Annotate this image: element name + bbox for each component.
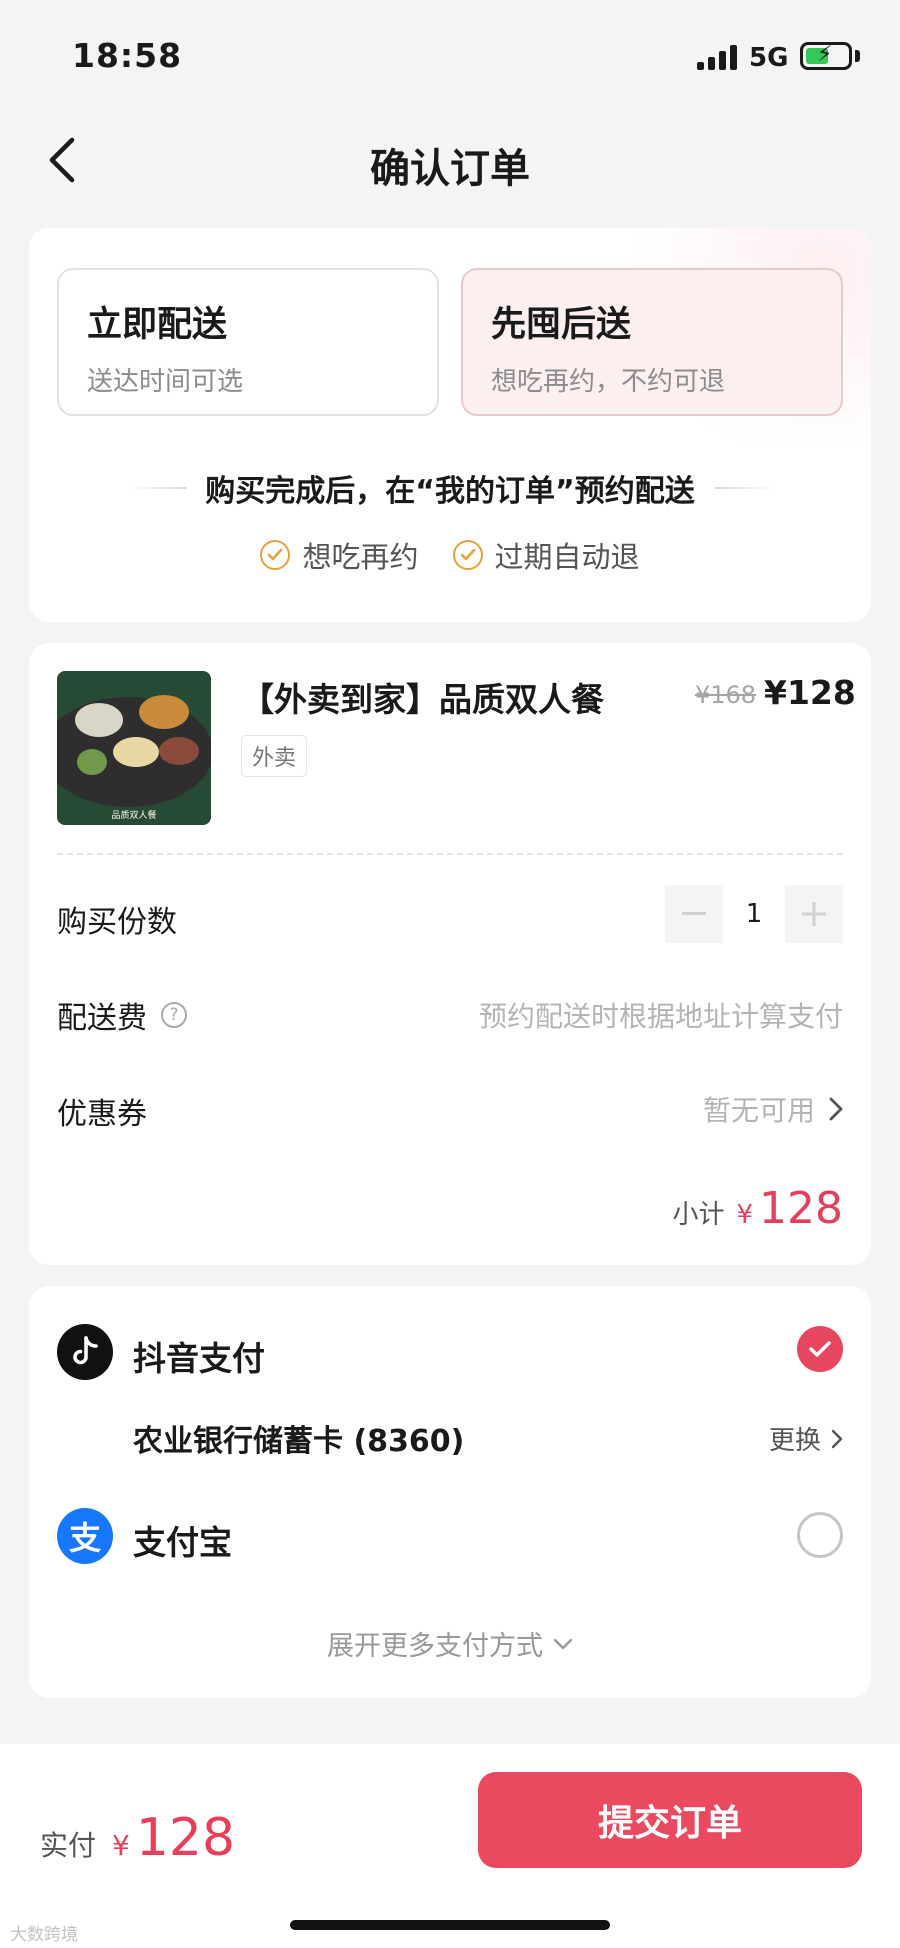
status-time: 18:58: [72, 36, 183, 75]
coupon-selector[interactable]: 暂无可用: [703, 1089, 843, 1129]
increase-button[interactable]: [785, 885, 843, 943]
delivery-option-immediate[interactable]: 立即配送 送达时间可选: [57, 268, 439, 416]
product-image-caption: 品质双人餐: [111, 811, 157, 821]
delivery-fee-label: 配送费: [57, 1001, 147, 1036]
feature-label: 想吃再约: [302, 540, 419, 574]
minus-icon: [682, 912, 706, 915]
checkout-bar: 实付 ¥ 128 提交订单 大数跨境: [0, 1744, 900, 1948]
total-value: 128: [135, 1808, 236, 1868]
delivery-fee-value: 预约配送时根据地址计算支付: [478, 1000, 843, 1033]
signal-icon: [697, 44, 739, 70]
feature-list: 想吃再约 过期自动退: [29, 534, 871, 576]
help-icon[interactable]: ?: [161, 1002, 187, 1028]
feature-label: 过期自动退: [494, 540, 640, 574]
payment-card: 抖音支付 农业银行储蓄卡 (8360) 更换 支 支付宝 展开更多支付方式: [29, 1286, 871, 1698]
coupon-label: 优惠券: [57, 1097, 147, 1132]
option-title: 先囤后送: [491, 305, 632, 345]
product-name: 【外卖到家】品质双人餐: [241, 680, 604, 719]
hint-divider-right: [715, 487, 777, 489]
feature-item: 想吃再约: [260, 534, 419, 576]
total-price: 实付 ¥ 128: [40, 1808, 235, 1868]
decrease-button[interactable]: [665, 885, 723, 943]
option-subtitle: 送达时间可选: [87, 367, 244, 397]
subtotal-currency: ¥: [736, 1200, 754, 1230]
delivery-fee-label-row: 配送费 ?: [57, 993, 187, 1037]
product-tag: 外卖: [241, 735, 308, 777]
subtotal: 小计 ¥ 128: [672, 1183, 843, 1234]
original-price: ¥168: [695, 681, 757, 709]
home-indicator: [290, 1920, 610, 1930]
plus-icon: [802, 902, 826, 926]
battery-cap: [855, 50, 860, 62]
quantity-stepper: 1: [665, 885, 843, 943]
delivery-card: 立即配送 送达时间可选 先囤后送 想吃再约，不约可退 购买完成后，在“我的订单”…: [29, 228, 871, 622]
dashed-divider: [57, 853, 843, 855]
product-image: 品质双人餐: [57, 671, 211, 825]
total-label: 实付: [40, 1829, 97, 1862]
alipay-icon: 支: [57, 1508, 113, 1564]
subtotal-label: 小计: [672, 1200, 725, 1230]
expand-payment-label: 展开更多支付方式: [327, 1631, 543, 1662]
bank-card-label: 农业银行储蓄卡 (8360): [133, 1424, 465, 1459]
network-type: 5G: [749, 43, 789, 73]
change-card-button[interactable]: 更换: [769, 1420, 843, 1457]
product-price: ¥128: [764, 673, 856, 712]
nav-bar: 确认订单: [0, 110, 900, 210]
change-card-label: 更换: [768, 1426, 821, 1456]
douyin-icon: [57, 1324, 113, 1380]
checkmark-icon: [809, 1341, 831, 1357]
check-circle-icon: [452, 540, 483, 570]
douyin-pay-option[interactable]: 抖音支付: [133, 1332, 265, 1380]
alipay-radio[interactable]: [797, 1512, 843, 1558]
order-card: 品质双人餐 【外卖到家】品质双人餐 ¥168 ¥128 外卖 购买份数 1 配送…: [29, 643, 871, 1265]
coupon-value: 暂无可用: [702, 1094, 815, 1127]
option-title: 立即配送: [87, 305, 228, 345]
alipay-option[interactable]: 支付宝: [133, 1516, 232, 1564]
option-subtitle: 想吃再约，不约可退: [491, 367, 726, 397]
chevron-down-icon: [553, 1638, 573, 1649]
page-title: 确认订单: [370, 146, 530, 192]
total-currency: ¥: [112, 1829, 130, 1862]
submit-order-button[interactable]: 提交订单: [478, 1772, 862, 1868]
feature-item: 过期自动退: [452, 534, 640, 576]
quantity-label: 购买份数: [57, 905, 177, 940]
expand-payment-methods[interactable]: 展开更多支付方式: [29, 1624, 871, 1663]
quantity-value: 1: [745, 899, 763, 929]
watermark: 大数跨境: [10, 1925, 78, 1945]
check-circle-icon: [260, 540, 291, 570]
battery-icon: ⚡: [800, 42, 852, 70]
chevron-right-icon: [831, 1429, 843, 1448]
chevron-right-icon: [829, 1097, 843, 1121]
subtotal-value: 128: [759, 1183, 843, 1234]
douyin-pay-radio[interactable]: [797, 1326, 843, 1372]
delivery-option-stock-up[interactable]: 先囤后送 想吃再约，不约可退: [461, 268, 843, 416]
status-bar: 18:58 5G ⚡: [0, 0, 900, 110]
